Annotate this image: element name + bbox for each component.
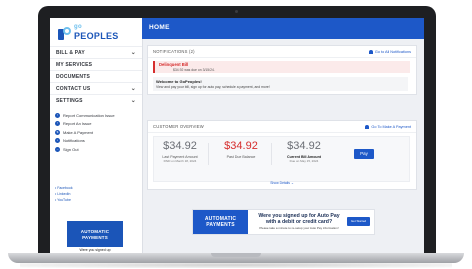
- social-label: LinkedIn: [57, 192, 71, 196]
- logo-text: go PEOPLES: [74, 24, 119, 41]
- bell-icon: [368, 49, 373, 54]
- logo-text-top: go: [74, 24, 82, 30]
- logo-mark-icon: [58, 26, 71, 40]
- top-bar: HOME: [142, 18, 424, 39]
- dollar-icon: $: [55, 129, 60, 135]
- chevron-down-icon: ⌄: [130, 98, 136, 104]
- side-ad-title: AUTOMATIC PAYMENTS: [67, 221, 123, 241]
- sidebar-item-my-services[interactable]: MY SERVICES: [50, 58, 142, 70]
- sidebar-item-settings[interactable]: SETTINGS ⌄: [50, 94, 142, 106]
- quick-link-report-issue[interactable]: ! Report An Issue: [55, 120, 139, 129]
- social-links: • Facebook • LinkedIn • YouTube: [55, 186, 73, 204]
- current-bill-sub: Due on May 15, 2024: [289, 159, 319, 163]
- automatic-payments-ad[interactable]: AUTOMATIC PAYMENTS Were you signed up: [67, 221, 123, 254]
- divider: [208, 143, 209, 165]
- sidebar-item-bill-pay[interactable]: BILL & PAY ⌄: [50, 46, 142, 58]
- laptop-notch: [211, 253, 261, 257]
- last-payment-amount: $34.92: [163, 140, 197, 152]
- banner-title: Were you signed up for Auto Pay with a d…: [258, 213, 340, 225]
- last-payment-box: $34.92 Last Payment Amount PAID on March…: [158, 137, 202, 169]
- auto-pay-banner: AUTOMATIC PAYMENTS Were you signed up fo…: [192, 209, 375, 235]
- chevron-down-icon: ⌄: [130, 86, 136, 92]
- sidebar-item-contact-us[interactable]: CONTACT US ⌄: [50, 82, 142, 94]
- banner-badge-line2: PAYMENTS: [206, 222, 235, 228]
- quick-link-report-communication[interactable]: ! Report Communication Issue: [55, 111, 139, 120]
- make-payment-link[interactable]: Go To Make A Payment: [365, 124, 411, 129]
- camera-icon: [235, 10, 238, 13]
- welcome-notification[interactable]: Welcome to GoPeoples! View and pay your …: [153, 77, 408, 91]
- page-title: HOME: [149, 24, 170, 31]
- current-bill-box: $34.92 Current Bill Amount Due on May 15…: [282, 137, 326, 169]
- quick-link-label: Sign Out: [63, 146, 79, 152]
- sidebar-item-label: MY SERVICES: [56, 61, 93, 68]
- all-notifications-link[interactable]: Go to All Notifications: [368, 49, 411, 54]
- sidebar-item-label: SETTINGS: [56, 97, 83, 104]
- chevron-down-icon: ⌄: [130, 50, 136, 56]
- notifications-title: NOTIFICATIONS (2): [153, 49, 195, 54]
- welcome-text: View and pay your bill, sign up for auto…: [156, 85, 270, 89]
- payment-icon: [365, 124, 370, 129]
- billing-summary: $34.92 Last Payment Amount PAID on March…: [153, 136, 410, 182]
- quick-link-label: Notifications: [63, 138, 85, 144]
- all-notifications-label: Go to All Notifications: [374, 49, 411, 54]
- get-started-button[interactable]: Get Started: [347, 217, 370, 226]
- welcome-title: Welcome to GoPeoples!: [156, 79, 202, 84]
- warning-icon: !: [55, 121, 60, 127]
- report-icon: !: [55, 112, 60, 118]
- pay-button[interactable]: Pay: [354, 149, 374, 159]
- sidebar-item-documents[interactable]: DOCUMENTS: [50, 70, 142, 82]
- past-due-label: Past Due Balance: [226, 155, 256, 159]
- quick-link-label: Make A Payment: [63, 129, 94, 135]
- quick-link-notifications[interactable]: • Notifications: [55, 137, 139, 146]
- delinquent-bill-alert[interactable]: Delinquent Bill $34.92 was due on 3/15/2…: [153, 61, 410, 73]
- youtube-link[interactable]: • YouTube: [55, 198, 73, 204]
- quick-links: ! Report Communication Issue ! Report An…: [55, 111, 139, 154]
- alert-label: Delinquent Bill: [159, 62, 189, 67]
- laptop-base: [8, 253, 464, 263]
- customer-overview-title: CUSTOMER OVERVIEW: [153, 124, 204, 129]
- quick-link-make-payment[interactable]: $ Make A Payment: [55, 128, 139, 137]
- sidebar-nav: BILL & PAY ⌄ MY SERVICES DOCUMENTS CONTA…: [50, 46, 142, 106]
- last-payment-sub: PAID on March 18, 2024: [163, 159, 197, 163]
- banner-badge: AUTOMATIC PAYMENTS: [193, 210, 248, 234]
- sidebar-item-label: BILL & PAY: [56, 49, 85, 56]
- side-ad-line2: PAYMENTS: [82, 235, 108, 240]
- past-due-box: $34.92 Past Due Balance: [219, 137, 263, 169]
- customer-overview-card: CUSTOMER OVERVIEW Go To Make A Payment $…: [147, 120, 417, 190]
- past-due-amount: $34.92: [224, 140, 258, 152]
- sidebar: go PEOPLES BILL & PAY ⌄ MY SERVICES DOCU…: [50, 18, 143, 254]
- show-details-link[interactable]: Show Details ⌄: [148, 181, 416, 185]
- social-label: Facebook: [57, 186, 73, 190]
- quick-link-label: Report An Issue: [63, 121, 92, 127]
- banner-subtitle: Please take a minute to re-setup your Au…: [259, 226, 339, 230]
- make-payment-label: Go To Make A Payment: [371, 124, 411, 129]
- laptop-lid: go PEOPLES BILL & PAY ⌄ MY SERVICES DOCU…: [38, 6, 436, 256]
- current-bill-amount: $34.92: [287, 140, 321, 152]
- alert-text: $34.92 was due on 3/15/24.: [173, 68, 215, 72]
- customer-overview-header: CUSTOMER OVERVIEW Go To Make A Payment: [148, 121, 416, 133]
- side-ad-line1: AUTOMATIC: [80, 229, 110, 234]
- quick-link-sign-out[interactable]: → Sign Out: [55, 145, 139, 154]
- quick-link-label: Report Communication Issue: [63, 112, 115, 118]
- divider: [271, 143, 272, 165]
- show-details-label: Show Details: [270, 181, 290, 185]
- logo-text-main: PEOPLES: [74, 31, 119, 41]
- sidebar-item-label: DOCUMENTS: [56, 73, 91, 80]
- sign-out-icon: →: [55, 146, 60, 152]
- laptop-screen: go PEOPLES BILL & PAY ⌄ MY SERVICES DOCU…: [50, 18, 424, 254]
- social-label: YouTube: [57, 198, 71, 202]
- bell-icon: •: [55, 138, 60, 144]
- gopeoples-logo[interactable]: go PEOPLES: [58, 24, 119, 41]
- notifications-card: NOTIFICATIONS (2) Go to All Notification…: [147, 45, 417, 95]
- notifications-header: NOTIFICATIONS (2) Go to All Notification…: [148, 46, 416, 58]
- sidebar-item-label: CONTACT US: [56, 85, 91, 92]
